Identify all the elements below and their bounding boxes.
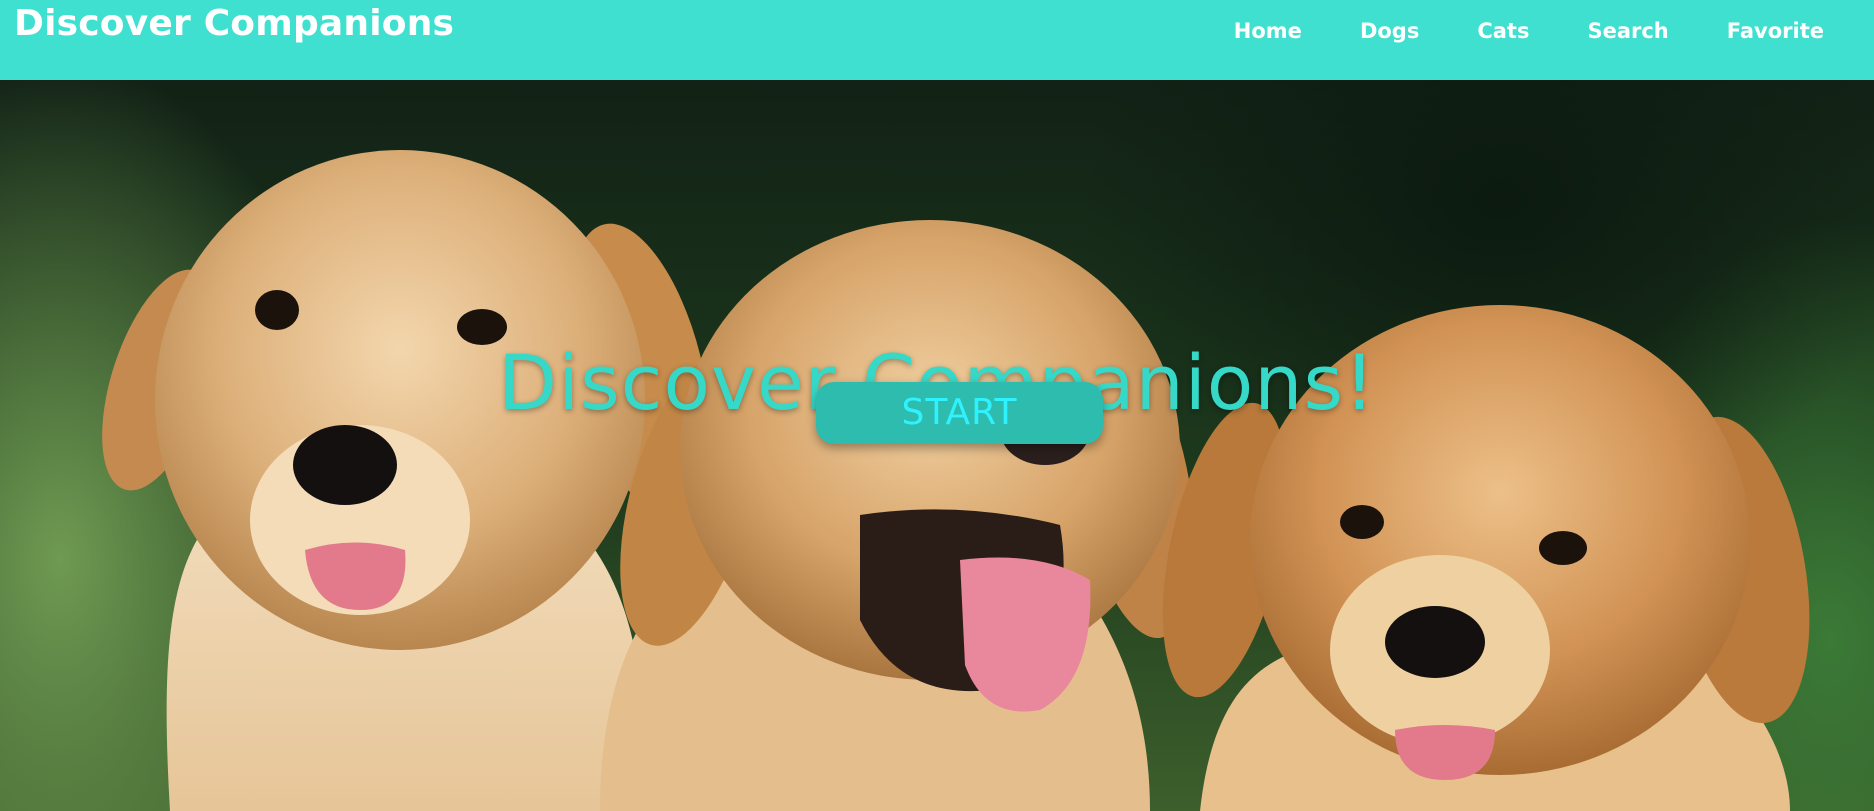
hero-puppies-image [102, 150, 1810, 811]
puppy-middle [600, 220, 1196, 811]
nav-cats[interactable]: Cats [1448, 16, 1558, 46]
main-nav: Home Dogs Cats Search Favorite [1205, 16, 1824, 46]
top-navbar: Discover Companions Home Dogs Cats Searc… [0, 0, 1874, 80]
site-brand[interactable]: Discover Companions [14, 2, 454, 46]
page: Discover Companions Home Dogs Cats Searc… [0, 0, 1874, 811]
nav-dogs[interactable]: Dogs [1331, 16, 1448, 46]
nav-favorite[interactable]: Favorite [1698, 16, 1824, 46]
nav-home[interactable]: Home [1205, 16, 1331, 46]
nav-search[interactable]: Search [1558, 16, 1697, 46]
hero-section: Discover Companions! [0, 80, 1874, 811]
start-button[interactable]: START [816, 382, 1103, 444]
